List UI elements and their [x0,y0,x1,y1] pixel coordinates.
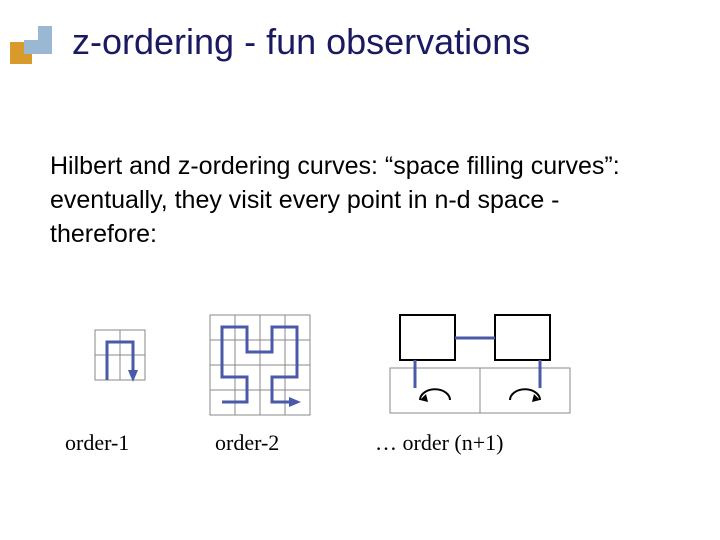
label-order-1: order-1 [65,430,129,456]
title-bullet-icon [10,20,54,64]
labels-row: order-1 order-2 … order (n+1) [65,430,665,470]
slide: z-ordering - fun observations Hilbert an… [0,0,720,540]
figures-row [65,310,655,440]
figure-order-1 [85,310,155,400]
title-row: z-ordering - fun observations [0,0,720,74]
label-order-n: … order (n+1) [375,430,503,456]
figure-order-2 [200,310,320,420]
body-text: Hilbert and z-ordering curves: “space fi… [50,150,660,251]
slide-title: z-ordering - fun observations [72,21,530,62]
figure-order-n-plus-1 [380,310,580,420]
label-order-2: order-2 [215,430,279,456]
